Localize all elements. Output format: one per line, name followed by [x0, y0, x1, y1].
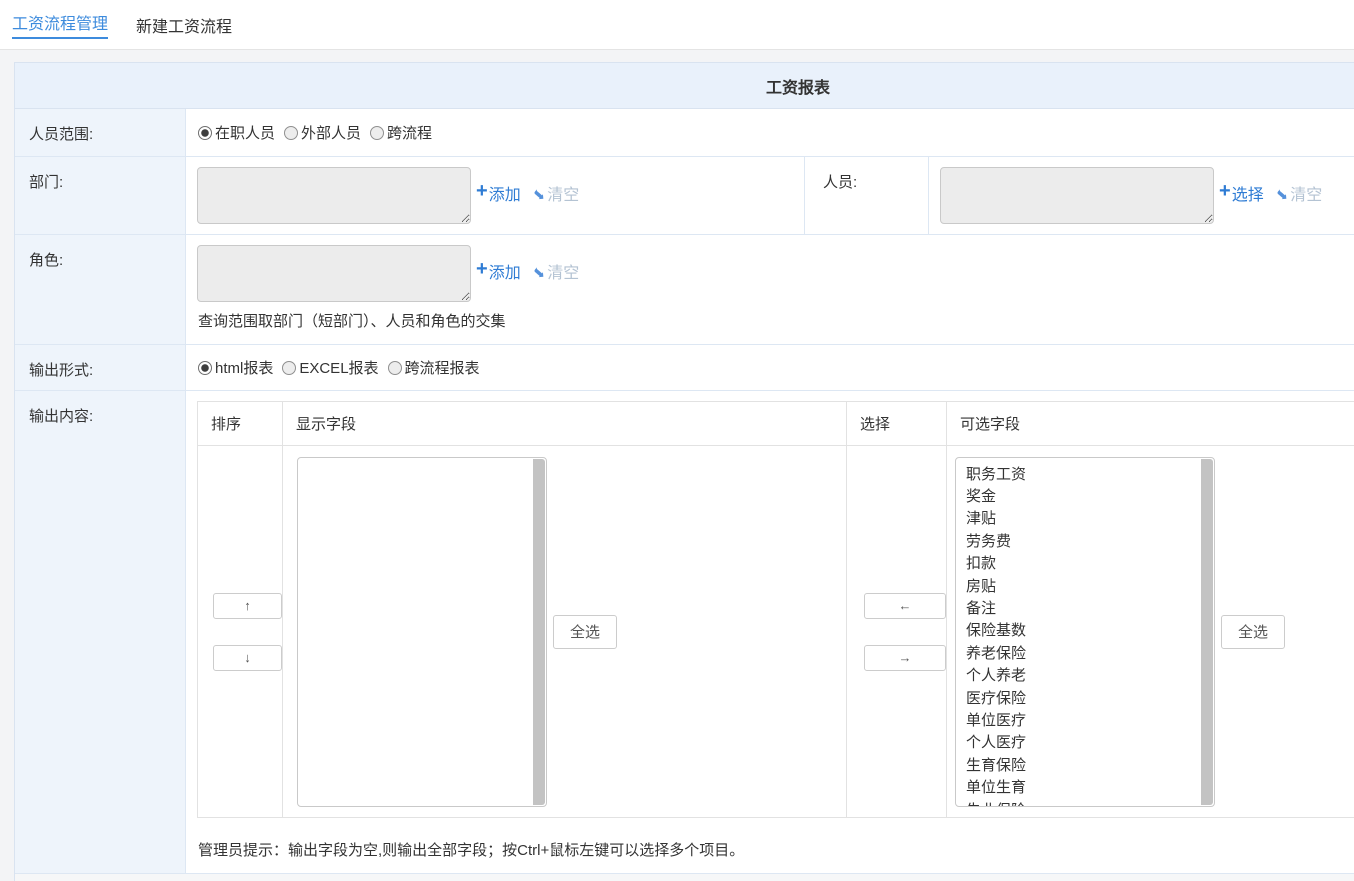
- available-field-option[interactable]: 扣款: [966, 553, 1200, 575]
- output-format-content: html报表 EXCEL报表 跨流程报表: [186, 345, 1354, 390]
- display-fields-listbox[interactable]: [297, 457, 547, 807]
- col-header-available-fields: 可选字段: [947, 402, 1354, 446]
- scope-radio-option[interactable]: 在职人员: [198, 122, 275, 143]
- radio-icon[interactable]: [282, 361, 296, 375]
- col-header-sort: 排序: [198, 402, 283, 446]
- output-content-area: 排序 显示字段 选择 可选字段 ↑ ↓: [186, 391, 1354, 873]
- person-label: 人员:: [805, 157, 929, 234]
- output-format-row: 输出形式: html报表 EXCEL报表 跨流程报表: [15, 345, 1354, 391]
- role-label: 角色:: [15, 235, 186, 344]
- scope-radio-option[interactable]: 外部人员: [284, 122, 361, 143]
- scope-radio-option[interactable]: 跨流程: [370, 122, 432, 143]
- select-cell: ← →: [847, 446, 947, 818]
- output-format-label: 输出形式:: [15, 345, 186, 390]
- role-add-button[interactable]: +添加: [476, 265, 521, 282]
- select-all-display-button[interactable]: 全选: [553, 615, 617, 649]
- radio-option-label: EXCEL报表: [299, 357, 378, 378]
- radio-option-label: 在职人员: [215, 122, 275, 143]
- transfer-body-row: ↑ ↓ 全选: [198, 446, 1354, 818]
- available-field-option[interactable]: 津贴: [966, 508, 1200, 530]
- output-content-label: 输出内容:: [15, 391, 186, 873]
- plus-icon: +: [476, 258, 488, 280]
- output-content-row: 输出内容: 排序 显示字段 选择 可选字段 ↑ ↓: [15, 391, 1354, 874]
- plus-icon: +: [476, 180, 488, 202]
- role-scope-hint: 查询范围取部门（短部门）、人员和角色的交集: [198, 310, 1354, 331]
- department-clear-button[interactable]: ➥清空: [533, 187, 580, 204]
- scrollbar[interactable]: [1201, 459, 1213, 805]
- person-input[interactable]: [940, 167, 1214, 224]
- salary-report-panel: 工资报表 人员范围: 在职人员 外部人员 跨流程 部门:: [14, 62, 1354, 881]
- radio-icon[interactable]: [198, 126, 212, 140]
- person-clear-button[interactable]: ➥清空: [1276, 187, 1323, 204]
- format-radio-option[interactable]: html报表: [198, 357, 273, 378]
- available-fields-cell: 职务工资 奖金 津贴 劳务费 扣款: [947, 446, 1354, 818]
- col-header-select: 选择: [847, 402, 947, 446]
- radio-option-label: 外部人员: [301, 122, 361, 143]
- col-header-display-fields: 显示字段: [283, 402, 847, 446]
- move-up-button[interactable]: ↑: [213, 593, 282, 619]
- radio-option-label: 跨流程: [387, 122, 432, 143]
- move-left-button[interactable]: ←: [864, 593, 946, 619]
- scope-radio-group: 在职人员 外部人员 跨流程: [186, 109, 1354, 143]
- radio-icon[interactable]: [370, 126, 384, 140]
- panel-title: 工资报表: [766, 74, 830, 98]
- available-field-option[interactable]: 养老保险: [966, 643, 1200, 665]
- available-field-option[interactable]: 单位医疗: [966, 710, 1200, 732]
- available-field-option[interactable]: 个人医疗: [966, 732, 1200, 754]
- department-add-button[interactable]: +添加: [476, 187, 521, 204]
- plus-icon: +: [1219, 180, 1231, 202]
- page-body: 工资报表 人员范围: 在职人员 外部人员 跨流程 部门:: [0, 50, 1354, 881]
- move-right-button[interactable]: →: [864, 645, 946, 671]
- available-fields-listbox[interactable]: 职务工资 奖金 津贴 劳务费 扣款: [955, 457, 1215, 807]
- radio-icon[interactable]: [198, 361, 212, 375]
- tab-salary-process-management[interactable]: 工资流程管理: [12, 10, 108, 39]
- person-content: +选择 ➥清空: [929, 157, 1354, 234]
- available-field-option[interactable]: 保险基数: [966, 620, 1200, 642]
- available-field-option[interactable]: 劳务费: [966, 531, 1200, 553]
- available-field-option[interactable]: 医疗保险: [966, 688, 1200, 710]
- top-nav: 工资流程管理 新建工资流程: [0, 0, 1354, 50]
- available-field-option[interactable]: 个人养老: [966, 665, 1200, 687]
- radio-option-label: html报表: [215, 357, 273, 378]
- scope-label: 人员范围:: [15, 109, 186, 156]
- available-field-option[interactable]: 失业保险: [966, 800, 1200, 807]
- transfer-header-row: 排序 显示字段 选择 可选字段: [198, 402, 1354, 446]
- field-transfer-table: 排序 显示字段 选择 可选字段 ↑ ↓: [197, 401, 1354, 818]
- scope-content: 在职人员 外部人员 跨流程: [186, 109, 1354, 156]
- tab-new-salary-process[interactable]: 新建工资流程: [136, 13, 232, 37]
- format-radio-option[interactable]: 跨流程报表: [388, 357, 480, 378]
- sort-cell: ↑ ↓: [198, 446, 283, 818]
- format-radio-option[interactable]: EXCEL报表: [282, 357, 378, 378]
- department-person-row: 部门: +添加 ➥清空 人员: +选择 ➥清空: [15, 157, 1354, 235]
- output-format-radio-group: html报表 EXCEL报表 跨流程报表: [186, 345, 1354, 378]
- department-label: 部门:: [15, 157, 186, 234]
- person-select-button[interactable]: +选择: [1219, 187, 1264, 204]
- available-field-option[interactable]: 职务工资: [966, 464, 1200, 486]
- available-field-option[interactable]: 备注: [966, 598, 1200, 620]
- radio-icon[interactable]: [284, 126, 298, 140]
- role-clear-button[interactable]: ➥清空: [533, 265, 580, 282]
- move-down-button[interactable]: ↓: [213, 645, 282, 671]
- department-input[interactable]: [197, 167, 471, 224]
- admin-hint-text: 管理员提示：输出字段为空,则输出全部字段；按Ctrl+鼠标左键可以选择多个项目。: [198, 839, 1354, 860]
- available-field-option[interactable]: 奖金: [966, 486, 1200, 508]
- role-input[interactable]: [197, 245, 471, 302]
- available-field-option[interactable]: 房贴: [966, 576, 1200, 598]
- panel-header: 工资报表: [15, 63, 1354, 109]
- select-all-available-button[interactable]: 全选: [1221, 615, 1285, 649]
- role-content: +添加 ➥清空 查询范围取部门（短部门）、人员和角色的交集: [186, 235, 1354, 344]
- radio-option-label: 跨流程报表: [405, 357, 480, 378]
- role-row: 角色: +添加 ➥清空 查询范围取部门（短部门）、人员和角色的交集: [15, 235, 1354, 345]
- department-content: +添加 ➥清空: [186, 157, 805, 234]
- scope-row: 人员范围: 在职人员 外部人员 跨流程: [15, 109, 1354, 157]
- available-field-option[interactable]: 单位生育: [966, 777, 1200, 799]
- scrollbar[interactable]: [533, 459, 545, 805]
- display-fields-cell: 全选: [283, 446, 847, 818]
- radio-icon[interactable]: [388, 361, 402, 375]
- available-field-option[interactable]: 生育保险: [966, 755, 1200, 777]
